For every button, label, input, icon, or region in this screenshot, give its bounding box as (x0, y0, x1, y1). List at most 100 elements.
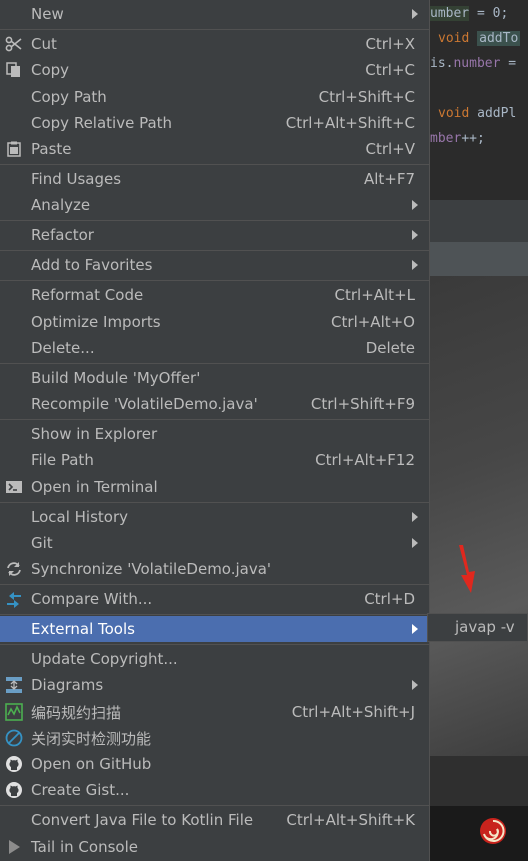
menu-item-delete[interactable]: Delete... Delete (0, 335, 429, 361)
menu-item-label: Recompile 'VolatileDemo.java' (31, 395, 258, 413)
menu-separator (0, 614, 429, 615)
code-editor-background: umber = 0; void addTo is.number = void a… (430, 0, 528, 861)
menu-item-label: External Tools (31, 620, 135, 638)
menu-item-compare-with[interactable]: Compare With... Ctrl+D (0, 586, 429, 612)
menu-item-label: Compare With... (31, 590, 153, 608)
menu-item-label: Synchronize 'VolatileDemo.java' (31, 560, 272, 578)
chevron-right-icon (412, 624, 418, 634)
menu-item-diagrams[interactable]: Diagrams (0, 672, 429, 698)
menu-separator (0, 220, 429, 221)
menu-item-shortcut: Ctrl+D (364, 590, 415, 608)
menu-item-synchronize[interactable]: Synchronize 'VolatileDemo.java' (0, 556, 429, 582)
menu-item-label: Copy (31, 61, 70, 79)
menu-item-tail-in-console[interactable]: Tail in Console (0, 834, 429, 860)
submenu-item-javap[interactable]: javap -v (455, 618, 515, 636)
compare-icon (5, 590, 23, 608)
menu-separator (0, 419, 429, 420)
menu-item-label: 编码规约扫描 (31, 703, 122, 722)
menu-item-label: Open on GitHub (31, 755, 152, 773)
menu-item-cut[interactable]: Cut Ctrl+X (0, 31, 429, 57)
menu-item-code-scan[interactable]: 编码规约扫描 Ctrl+Alt+Shift+J (0, 699, 429, 725)
menu-separator (0, 805, 429, 806)
chevron-right-icon (412, 260, 418, 270)
menu-separator (0, 644, 429, 645)
sync-icon (5, 560, 23, 578)
menu-separator (0, 250, 429, 251)
menu-item-file-path[interactable]: File Path Ctrl+Alt+F12 (0, 447, 429, 473)
menu-item-label: Optimize Imports (31, 313, 161, 331)
menu-item-label: Paste (31, 140, 72, 158)
menu-item-label: Cut (31, 35, 57, 53)
menu-item-show-in-explorer[interactable]: Show in Explorer (0, 421, 429, 447)
menu-item-label: Show in Explorer (31, 425, 158, 443)
menu-item-create-gist[interactable]: Create Gist... (0, 777, 429, 803)
code-line: is.number = (430, 56, 517, 71)
menu-item-disable-realtime-check[interactable]: 关闭实时检测功能 (0, 725, 429, 751)
menu-item-optimize-imports[interactable]: Optimize Imports Ctrl+Alt+O (0, 309, 429, 335)
menu-item-build-module[interactable]: Build Module 'MyOffer' (0, 365, 429, 391)
menu-item-paste[interactable]: Paste Ctrl+V (0, 136, 429, 162)
play-icon (5, 838, 23, 856)
terminal-icon (5, 478, 23, 496)
copy-icon (5, 61, 23, 79)
context-menu: New Cut Ctrl+X Copy Ctrl+C Copy Path Ctr… (0, 0, 430, 861)
menu-item-copy[interactable]: Copy Ctrl+C (0, 57, 429, 83)
chevron-right-icon (412, 680, 418, 690)
menu-item-shortcut: Ctrl+Alt+F12 (315, 451, 415, 469)
menu-item-shortcut: Delete (365, 339, 415, 357)
chevron-right-icon (412, 512, 418, 522)
menu-item-label: Create Gist... (31, 781, 130, 799)
menu-item-label: Convert Java File to Kotlin File (31, 811, 254, 829)
scissors-icon (5, 35, 23, 53)
menu-item-shortcut: Ctrl+Alt+Shift+C (285, 114, 415, 132)
menu-item-reformat-code[interactable]: Reformat Code Ctrl+Alt+L (0, 282, 429, 308)
menu-item-shortcut: Ctrl+Shift+C (318, 88, 415, 106)
github-icon (5, 781, 23, 799)
scan-icon (5, 703, 23, 721)
menu-item-shortcut: Ctrl+X (365, 35, 415, 53)
menu-item-open-in-terminal[interactable]: Open in Terminal (0, 474, 429, 500)
code-line: umber = 0; (430, 6, 509, 21)
chevron-right-icon (412, 230, 418, 240)
background-image (430, 276, 528, 756)
editor-tool-strip (430, 200, 528, 242)
menu-item-label: Find Usages (31, 170, 122, 188)
menu-item-add-to-favorites[interactable]: Add to Favorites (0, 252, 429, 278)
menu-item-label: Local History (31, 508, 129, 526)
menu-item-copy-relative-path[interactable]: Copy Relative Path Ctrl+Alt+Shift+C (0, 110, 429, 136)
menu-item-label: Copy Relative Path (31, 114, 173, 132)
menu-item-label: Open in Terminal (31, 478, 158, 496)
menu-separator (0, 164, 429, 165)
swirl-logo-icon (480, 818, 506, 844)
menu-item-new[interactable]: New (0, 1, 429, 27)
menu-item-refactor[interactable]: Refactor (0, 222, 429, 248)
menu-item-find-usages[interactable]: Find Usages Alt+F7 (0, 166, 429, 192)
menu-item-external-tools[interactable]: External Tools (0, 616, 429, 642)
menu-separator (0, 363, 429, 364)
menu-item-label: File Path (31, 451, 94, 469)
menu-item-local-history[interactable]: Local History (0, 504, 429, 530)
menu-item-label: Diagrams (31, 676, 104, 694)
menu-item-label: Git (31, 534, 53, 552)
menu-separator (0, 280, 429, 281)
menu-item-label: New (31, 5, 64, 23)
chevron-right-icon (412, 9, 418, 19)
code-line: void addPl (438, 106, 517, 121)
menu-item-convert-to-kotlin[interactable]: Convert Java File to Kotlin File Ctrl+Al… (0, 807, 429, 833)
menu-item-shortcut: Ctrl+Alt+O (331, 313, 415, 331)
menu-item-label: Build Module 'MyOffer' (31, 369, 201, 387)
red-arrow-annotation-icon (459, 545, 475, 593)
menu-separator (0, 502, 429, 503)
menu-item-recompile[interactable]: Recompile 'VolatileDemo.java' Ctrl+Shift… (0, 391, 429, 417)
menu-item-copy-path[interactable]: Copy Path Ctrl+Shift+C (0, 84, 429, 110)
menu-item-analyze[interactable]: Analyze (0, 192, 429, 218)
chevron-right-icon (412, 200, 418, 210)
menu-item-label: Copy Path (31, 88, 107, 106)
menu-item-label: Refactor (31, 226, 94, 244)
diagram-icon (5, 676, 23, 694)
menu-item-git[interactable]: Git (0, 530, 429, 556)
menu-item-update-copyright[interactable]: Update Copyright... (0, 646, 429, 672)
code-line: mber++; (430, 131, 485, 146)
menu-item-open-on-github[interactable]: Open on GitHub (0, 751, 429, 777)
github-icon (5, 755, 23, 773)
